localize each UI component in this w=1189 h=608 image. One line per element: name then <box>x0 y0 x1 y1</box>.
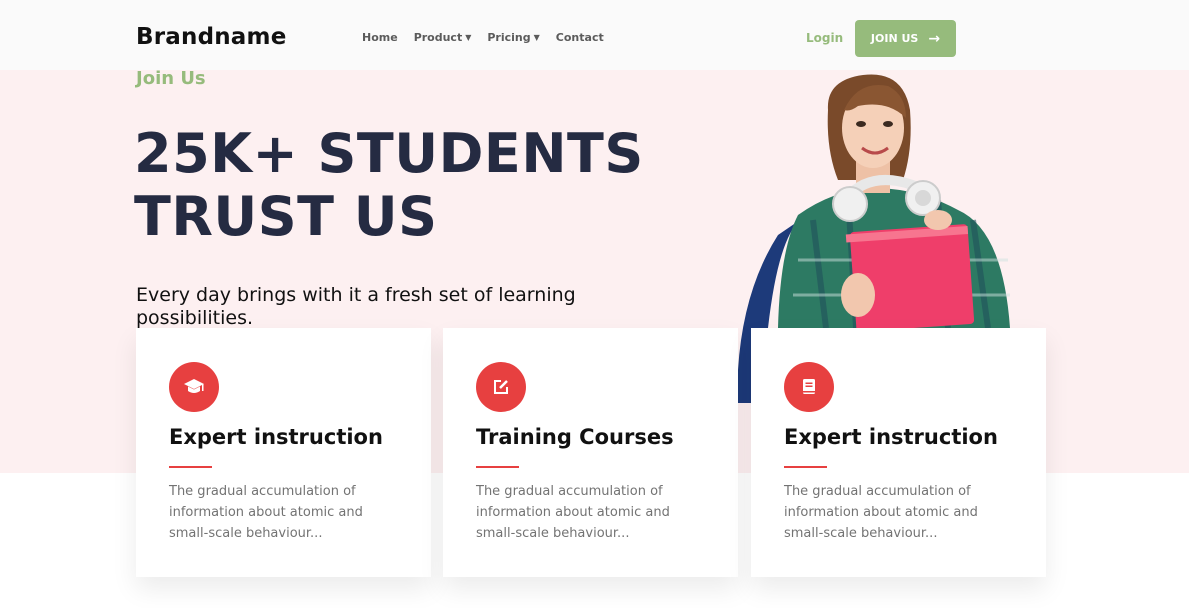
nav-contact-link[interactable]: Contact <box>556 31 604 44</box>
nav-home-label: Home <box>362 31 398 44</box>
nav-pricing-link[interactable]: Pricing ▼ <box>487 31 539 44</box>
hero-headline-line-2: TRUST US <box>134 185 438 248</box>
nav-contact-label: Contact <box>555 31 604 44</box>
nav-product-label: Product <box>413 31 463 44</box>
main-nav: Home Product ▼ Pricing ▼ Contact <box>362 31 604 44</box>
hero-headline: 25K+ STUDENTS TRUST US <box>134 122 644 248</box>
card-divider <box>476 466 519 468</box>
card-description: The gradual accumulation of information … <box>784 484 978 541</box>
card-title: Training Courses <box>476 425 674 449</box>
edit-icon <box>476 362 526 412</box>
feature-card-1[interactable]: Expert instruction The gradual accumulat… <box>136 328 431 577</box>
card-description: The gradual accumulation of information … <box>476 484 670 541</box>
book-icon <box>784 362 834 412</box>
card-divider <box>169 466 212 468</box>
hero-headline-line-1: 25K+ STUDENTS <box>134 122 644 185</box>
brand-logo[interactable]: Brandname <box>136 24 287 50</box>
card-title: Expert instruction <box>169 425 383 449</box>
join-us-label: JOIN US <box>870 32 919 45</box>
caret-down-icon: ▼ <box>533 32 540 42</box>
graduation-cap-icon <box>169 362 219 412</box>
nav-home-link[interactable]: Home <box>362 31 398 44</box>
nav-product-link[interactable]: Product ▼ <box>414 31 472 44</box>
feature-card-3[interactable]: Expert instruction The gradual accumulat… <box>751 328 1046 577</box>
card-title: Expert instruction <box>784 425 998 449</box>
login-link[interactable]: Login <box>806 31 843 45</box>
card-description: The gradual accumulation of information … <box>169 484 363 541</box>
feature-card-2[interactable]: Training Courses The gradual accumulatio… <box>443 328 738 577</box>
nav-pricing-label: Pricing <box>487 31 531 44</box>
card-divider <box>784 466 827 468</box>
arrow-right-icon: → <box>928 30 941 47</box>
hero-subtext: Every day brings with it a fresh set of … <box>136 284 576 329</box>
hero-tagline: Join Us <box>136 68 206 89</box>
caret-down-icon: ▼ <box>465 32 472 42</box>
join-us-button[interactable]: JOIN US → <box>855 20 956 57</box>
navbar: Brandname Home Product ▼ Pricing ▼ Contact… <box>0 0 1189 70</box>
